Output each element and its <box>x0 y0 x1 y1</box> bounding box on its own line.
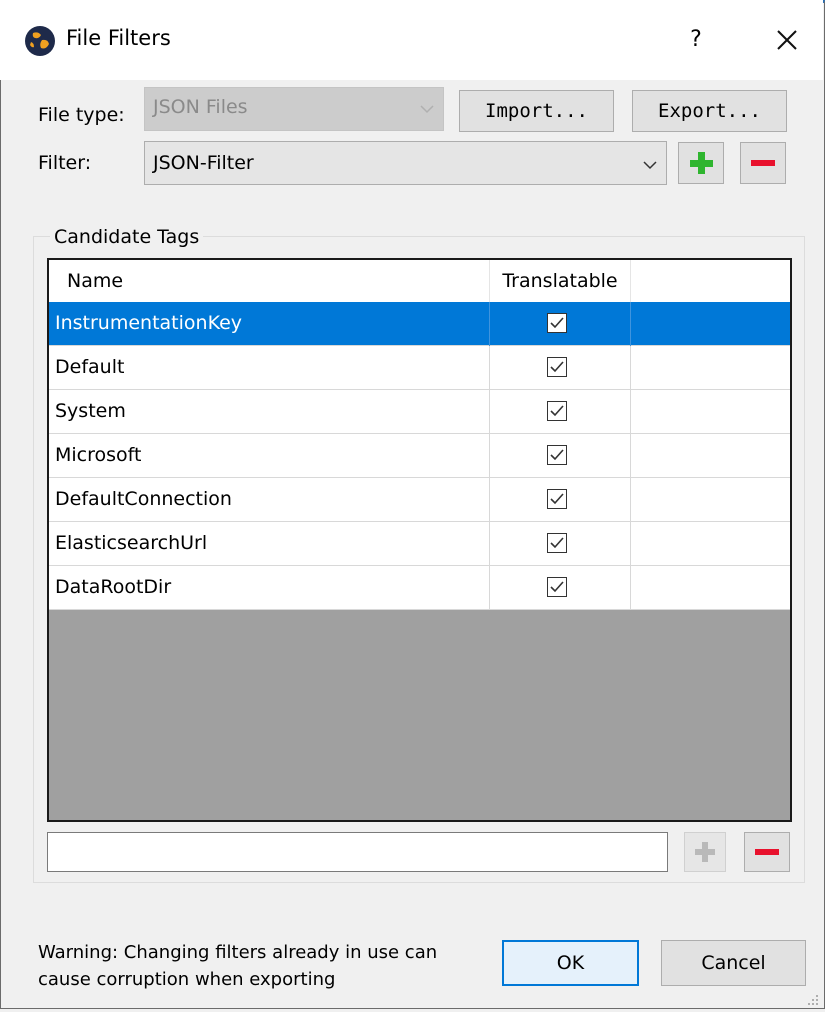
tag-name-cell[interactable]: DefaultConnection <box>49 478 490 522</box>
table-row[interactable]: DataRootDir <box>49 566 790 610</box>
chevron-down-icon <box>419 100 435 122</box>
file-type-select[interactable]: JSON Files <box>144 87 444 131</box>
plus-icon <box>690 152 713 174</box>
title-bar[interactable]: File Filters ? <box>0 0 823 80</box>
file-type-value: JSON Files <box>153 96 248 118</box>
dialog-title: File Filters <box>66 26 171 50</box>
plus-icon <box>695 842 715 862</box>
translatable-cell <box>490 478 631 522</box>
table-row[interactable]: DefaultConnection <box>49 478 790 522</box>
checkmark-icon <box>550 493 564 505</box>
checkmark-icon <box>550 361 564 373</box>
export-button-label: Export... <box>658 100 761 122</box>
import-button[interactable]: Import... <box>459 90 614 132</box>
table-row[interactable]: InstrumentationKey <box>49 302 790 346</box>
empty-cell <box>631 346 790 390</box>
translatable-cell <box>490 302 631 346</box>
empty-cell <box>631 478 790 522</box>
translatable-checkbox[interactable] <box>547 533 567 553</box>
close-button[interactable] <box>757 20 817 60</box>
empty-cell <box>631 302 790 346</box>
filter-select[interactable]: JSON-Filter <box>144 141 667 185</box>
file-type-label: File type: <box>38 104 125 126</box>
export-button[interactable]: Export... <box>632 90 787 132</box>
filter-label: Filter: <box>38 152 92 174</box>
checkmark-icon <box>550 581 564 593</box>
close-icon <box>777 30 797 50</box>
checkmark-icon <box>550 449 564 461</box>
globe-icon <box>24 25 56 57</box>
table-row[interactable]: Default <box>49 346 790 390</box>
filter-value: JSON-Filter <box>153 152 254 174</box>
tag-name-cell[interactable]: ElasticsearchUrl <box>49 522 490 566</box>
add-filter-button[interactable] <box>678 142 724 184</box>
checkmark-icon <box>550 317 564 329</box>
translatable-checkbox[interactable] <box>547 401 567 421</box>
translatable-cell <box>490 390 631 434</box>
import-button-label: Import... <box>485 100 588 122</box>
checkmark-icon <box>550 537 564 549</box>
candidate-tags-table[interactable]: Name Translatable InstrumentationKey Defa… <box>47 258 792 822</box>
translatable-checkbox[interactable] <box>547 445 567 465</box>
table-header: Name Translatable <box>49 260 790 303</box>
tag-name-cell[interactable]: Default <box>49 346 490 390</box>
checkmark-icon <box>550 405 564 417</box>
chevron-down-icon <box>642 156 658 178</box>
candidate-tags-title: Candidate Tags <box>50 226 204 248</box>
empty-cell <box>631 566 790 610</box>
tag-name-cell[interactable]: System <box>49 390 490 434</box>
tag-name-cell[interactable]: DataRootDir <box>49 566 490 610</box>
remove-filter-button[interactable] <box>740 142 786 184</box>
cancel-button[interactable]: Cancel <box>661 940 806 986</box>
table-row[interactable]: System <box>49 390 790 434</box>
new-tag-input[interactable] <box>47 832 668 872</box>
tag-name-cell[interactable]: InstrumentationKey <box>49 302 490 346</box>
translatable-cell <box>490 434 631 478</box>
empty-cell <box>631 434 790 478</box>
add-tag-button[interactable] <box>684 832 726 872</box>
translatable-cell <box>490 522 631 566</box>
empty-cell <box>631 522 790 566</box>
minus-icon <box>751 160 775 166</box>
resize-grip-icon[interactable] <box>806 990 820 1005</box>
translatable-checkbox[interactable] <box>547 577 567 597</box>
table-row[interactable]: Microsoft <box>49 434 790 478</box>
translatable-checkbox[interactable] <box>547 357 567 377</box>
remove-tag-button[interactable] <box>744 832 790 872</box>
empty-cell <box>631 390 790 434</box>
help-button[interactable]: ? <box>666 20 726 60</box>
minus-icon <box>755 849 779 855</box>
table-row[interactable]: ElasticsearchUrl <box>49 522 790 566</box>
translatable-checkbox[interactable] <box>547 489 567 509</box>
column-header-translatable[interactable]: Translatable <box>490 260 631 302</box>
ok-button[interactable]: OK <box>502 940 639 986</box>
tag-name-cell[interactable]: Microsoft <box>49 434 490 478</box>
translatable-cell <box>490 566 631 610</box>
column-header-name[interactable]: Name <box>49 260 490 302</box>
warning-text: Warning: Changing filters already in use… <box>38 942 438 990</box>
translatable-checkbox[interactable] <box>547 313 567 333</box>
translatable-cell <box>490 346 631 390</box>
